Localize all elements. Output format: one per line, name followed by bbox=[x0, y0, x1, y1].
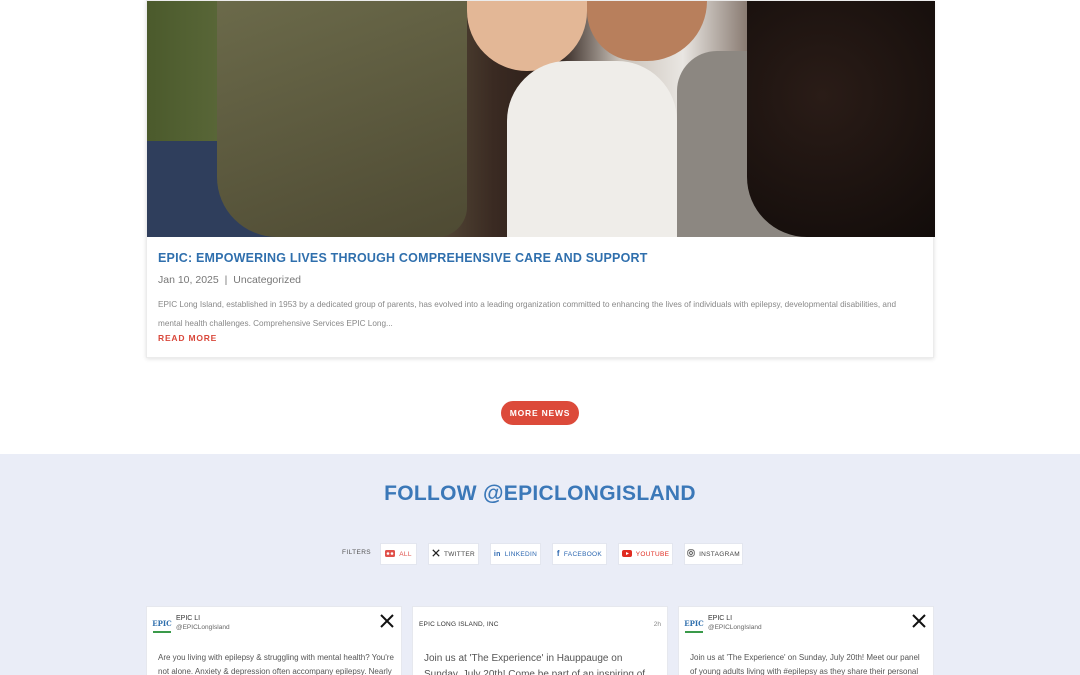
post-text: Join us at 'The Experience' on Sunday, J… bbox=[690, 653, 920, 675]
image-region-hair bbox=[747, 1, 935, 237]
post-text: Join us at 'The Experience' in Hauppauge… bbox=[424, 653, 646, 675]
post-text: Are you living with epilepsy & strugglin… bbox=[158, 653, 394, 675]
filter-all-button[interactable]: ALL bbox=[380, 543, 417, 565]
post-category-link[interactable]: Uncategorized bbox=[233, 274, 301, 286]
account-handle[interactable]: @EPICLongIsland bbox=[708, 624, 762, 631]
filter-label: ALL bbox=[399, 550, 412, 558]
epic-logo: EPIC bbox=[684, 615, 704, 633]
post-meta: Jan 10, 2025 | Uncategorized bbox=[158, 274, 304, 286]
filter-label: FACEBOOK bbox=[563, 550, 603, 558]
post-time: 2h bbox=[653, 621, 661, 628]
filter-facebook-button[interactable]: f FACEBOOK bbox=[552, 543, 607, 565]
filter-label: LINKEDIN bbox=[504, 550, 538, 558]
social-post-card[interactable]: EPIC LONG ISLAND, INC 2h Join us at 'The… bbox=[412, 606, 668, 675]
filters-label: FILTERS bbox=[342, 549, 372, 556]
x-icon[interactable] bbox=[379, 613, 395, 629]
facebook-icon: f bbox=[556, 549, 560, 558]
social-post-card[interactable]: EPIC EPIC LI @EPICLongIsland Are you liv… bbox=[146, 606, 402, 675]
account-name[interactable]: EPIC LI bbox=[176, 615, 200, 622]
follow-section: FOLLOW @EPICLONGISLAND FILTERS ALL TWITT… bbox=[0, 454, 1080, 675]
post-date: Jan 10, 2025 bbox=[158, 274, 219, 286]
filter-linkedin-button[interactable]: in LINKEDIN bbox=[490, 543, 541, 565]
image-region-jacket bbox=[217, 1, 467, 237]
all-icon bbox=[385, 549, 396, 559]
filter-label: TWITTER bbox=[444, 550, 475, 558]
news-post-card: EPIC: EMPOWERING LIVES THROUGH COMPREHEN… bbox=[146, 0, 935, 358]
social-post-card[interactable]: EPIC EPIC LI @EPICLongIsland Join us at … bbox=[678, 606, 934, 675]
image-region-mother-face bbox=[587, 1, 707, 61]
filter-youtube-button[interactable]: YOUTUBE bbox=[618, 543, 673, 565]
instagram-icon bbox=[687, 549, 695, 559]
read-more-link[interactable]: READ MORE bbox=[158, 333, 217, 343]
filter-label: INSTAGRAM bbox=[699, 550, 740, 558]
more-news-button[interactable]: MORE NEWS bbox=[501, 401, 579, 425]
epic-logo: EPIC bbox=[152, 615, 172, 633]
post-featured-image[interactable] bbox=[147, 1, 935, 237]
post-excerpt: EPIC Long Island, established in 1953 by… bbox=[158, 300, 897, 328]
linkedin-icon: in bbox=[493, 550, 501, 558]
x-icon[interactable] bbox=[911, 613, 927, 629]
filter-instagram-button[interactable]: INSTAGRAM bbox=[684, 543, 743, 565]
follow-heading: FOLLOW @EPICLONGISLAND bbox=[384, 482, 696, 505]
account-handle[interactable]: @EPICLongIsland bbox=[176, 624, 230, 631]
youtube-icon bbox=[621, 549, 632, 559]
filter-label: YOUTUBE bbox=[635, 550, 670, 558]
image-region-white-shirt bbox=[507, 61, 677, 237]
account-name[interactable]: EPIC LI bbox=[708, 615, 732, 622]
post-meta-separator: | bbox=[224, 274, 228, 286]
x-icon bbox=[432, 549, 440, 559]
filter-twitter-button[interactable]: TWITTER bbox=[428, 543, 479, 565]
page-name[interactable]: EPIC LONG ISLAND, INC bbox=[419, 621, 499, 628]
post-title-link[interactable]: EPIC: EMPOWERING LIVES THROUGH COMPREHEN… bbox=[158, 251, 648, 265]
